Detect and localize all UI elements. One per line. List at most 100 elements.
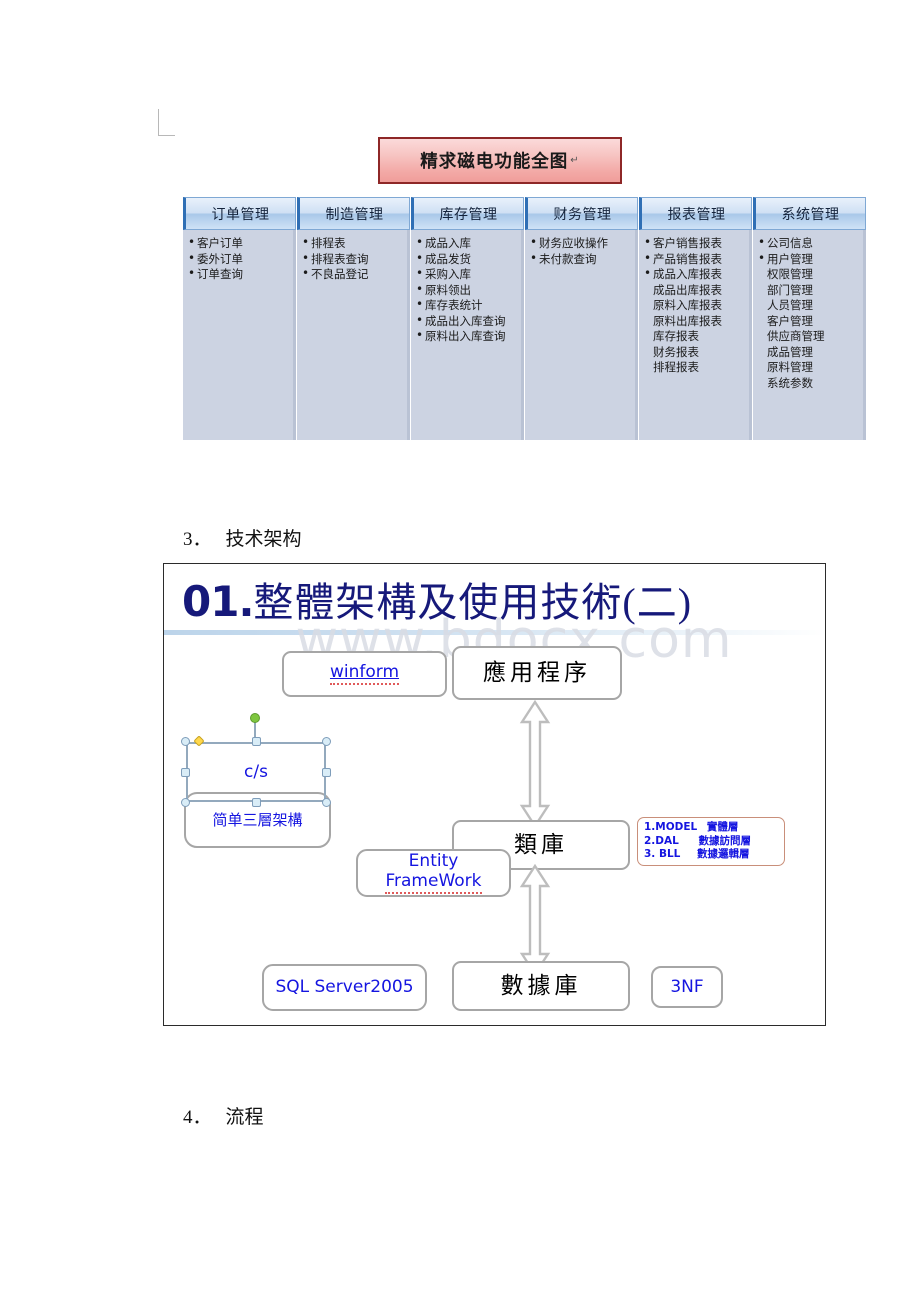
application-label: 應用程序 (483, 660, 591, 686)
nf-label: 3NF (670, 976, 704, 997)
list-item[interactable]: 委外订单 (188, 251, 289, 268)
section-heading-3: 3． 技术架构 (183, 524, 302, 551)
sql-server-label: SQL Server2005 (275, 977, 414, 998)
list-item[interactable]: 原料管理 (758, 360, 859, 376)
function-column-report: 报表管理 客户销售报表 产品销售报表 成品入库报表 成品出库报表 原料入库报表 … (639, 197, 752, 440)
function-column-finance: 财务管理 财务应收操作 未付款查询 (525, 197, 638, 440)
note-line: 1.MODEL 實體層 (644, 821, 779, 835)
list-item[interactable]: 成品出库报表 (644, 283, 745, 299)
column-header[interactable]: 库存管理 (411, 197, 524, 230)
section-number: 3． (183, 529, 212, 550)
list-item[interactable]: 订单查询 (188, 266, 289, 283)
list-item[interactable]: 排程表查询 (302, 251, 403, 268)
column-header[interactable]: 制造管理 (297, 197, 410, 230)
column-items: 客户销售报表 产品销售报表 成品入库报表 成品出库报表 原料入库报表 原料出库报… (639, 230, 752, 440)
list-item[interactable]: 不良品登记 (302, 266, 403, 283)
list-item[interactable]: 未付款查询 (530, 251, 631, 268)
note-line-name: 數據邏輯層 (697, 849, 750, 861)
column-items: 财务应收操作 未付款查询 (525, 230, 638, 440)
slide-divider (164, 630, 825, 635)
note-line-name: 數據訪問層 (698, 835, 751, 847)
list-item[interactable]: 权限管理 (758, 267, 859, 283)
list-item[interactable]: 原料出库报表 (644, 314, 745, 330)
column-header[interactable]: 财务管理 (525, 197, 638, 230)
list-item[interactable]: 原料领出 (416, 282, 517, 299)
function-column-inventory: 库存管理 成品入库 成品发货 采购入库 原料领出 库存表统计 成品出入库查询 原… (411, 197, 524, 440)
list-item[interactable]: 成品入库 (416, 235, 517, 252)
section-number: 4． (183, 1107, 212, 1128)
box-entity-framework: Entity FrameWork (356, 849, 511, 897)
function-map-title: 精求磁电功能全图 ↵ (378, 137, 622, 184)
column-items: 客户订单 委外订单 订单查询 (183, 230, 296, 440)
list-item[interactable]: 客户管理 (758, 314, 859, 330)
note-line-number: 2.DAL (644, 834, 679, 847)
function-column-system: 系统管理 公司信息 用户管理 权限管理 部门管理 人员管理 客户管理 供应商管理… (753, 197, 866, 440)
function-column-order: 订单管理 客户订单 委外订单 订单查询 (183, 197, 296, 440)
note-line: 2.DAL 數據訪問層 (644, 835, 779, 849)
selected-shape-cs[interactable]: c/s (181, 713, 331, 807)
list-item[interactable]: 财务应收操作 (530, 235, 631, 252)
box-application: 應用程序 (452, 646, 622, 700)
column-header[interactable]: 订单管理 (183, 197, 296, 230)
list-item[interactable]: 成品发货 (416, 251, 517, 268)
note-line-number: 1.MODEL (644, 821, 698, 833)
list-item[interactable]: 供应商管理 (758, 329, 859, 345)
resize-handle-nw[interactable] (181, 737, 190, 746)
list-item[interactable]: 排程报表 (644, 360, 745, 376)
function-map-title-text: 精求磁电功能全图 (420, 152, 569, 172)
list-item[interactable]: 库存表统计 (416, 297, 517, 314)
box-3nf: 3NF (651, 966, 723, 1008)
list-item[interactable]: 排程表 (302, 235, 403, 252)
three-tier-label: 简单三層架構 (212, 810, 303, 829)
database-label: 數據庫 (500, 973, 582, 999)
section-heading-4: 4． 流程 (183, 1102, 264, 1129)
list-item[interactable]: 产品销售报表 (644, 251, 745, 268)
column-header[interactable]: 报表管理 (639, 197, 752, 230)
list-item[interactable]: 客户订单 (188, 235, 289, 252)
box-sql-server: SQL Server2005 (262, 964, 427, 1011)
resize-handle-w[interactable] (181, 768, 190, 777)
list-item[interactable]: 系统参数 (758, 376, 859, 392)
slide-number: 01. (182, 577, 254, 626)
list-item[interactable]: 成品出入库查询 (416, 313, 517, 330)
list-item[interactable]: 公司信息 (758, 235, 859, 252)
list-item[interactable]: 原料入库报表 (644, 298, 745, 314)
resize-handle-e[interactable] (322, 768, 331, 777)
cs-label-wrap: c/s (186, 742, 326, 802)
note-line: 3. BLL 數據邏輯層 (644, 848, 779, 862)
section-title: 流程 (225, 1107, 264, 1128)
slide-title-text: 整體架構及使用技術(二) (253, 580, 693, 625)
resize-handle-s[interactable] (252, 798, 261, 807)
winform-label: winform (329, 663, 400, 685)
column-items: 排程表 排程表查询 不良品登记 (297, 230, 410, 440)
list-item[interactable]: 用户管理 (758, 251, 859, 268)
column-items: 公司信息 用户管理 权限管理 部门管理 人员管理 客户管理 供应商管理 成品管理… (753, 230, 866, 440)
list-item[interactable]: 人员管理 (758, 298, 859, 314)
entity-framework-line2: FrameWork (385, 871, 482, 895)
arrow-app-to-classlib (519, 700, 551, 828)
list-item[interactable]: 库存报表 (644, 329, 745, 345)
function-map-columns: 订单管理 客户订单 委外订单 订单查询 制造管理 排程表 排程表查询 不良品登记… (183, 197, 866, 440)
resize-handle-se[interactable] (322, 798, 331, 807)
column-header[interactable]: 系统管理 (753, 197, 866, 230)
column-items: 成品入库 成品发货 采购入库 原料领出 库存表统计 成品出入库查询 原料出入库查… (411, 230, 524, 440)
class-library-label: 類庫 (514, 832, 568, 858)
function-column-manufacture: 制造管理 排程表 排程表查询 不良品登记 (297, 197, 410, 440)
section-title: 技术架构 (225, 529, 302, 550)
layer-note-box: 1.MODEL 實體層 2.DAL 數據訪問層 3. BLL 數據邏輯層 (637, 817, 785, 866)
entity-framework-line1: Entity (408, 850, 459, 871)
list-item[interactable]: 部门管理 (758, 283, 859, 299)
box-winform: winform (282, 651, 447, 697)
list-item[interactable]: 成品管理 (758, 345, 859, 361)
list-item[interactable]: 成品入库报表 (644, 266, 745, 283)
list-item[interactable]: 原料出入库查询 (416, 328, 517, 345)
rotate-handle-icon[interactable] (250, 713, 260, 723)
list-item[interactable]: 采购入库 (416, 266, 517, 283)
resize-handle-n[interactable] (252, 737, 261, 746)
list-item[interactable]: 财务报表 (644, 345, 745, 361)
note-line-number: 3. BLL (644, 848, 681, 861)
slide-title: 01.整體架構及使用技術(二) (182, 570, 692, 628)
list-item[interactable]: 客户销售报表 (644, 235, 745, 252)
resize-handle-ne[interactable] (322, 737, 331, 746)
resize-handle-sw[interactable] (181, 798, 190, 807)
